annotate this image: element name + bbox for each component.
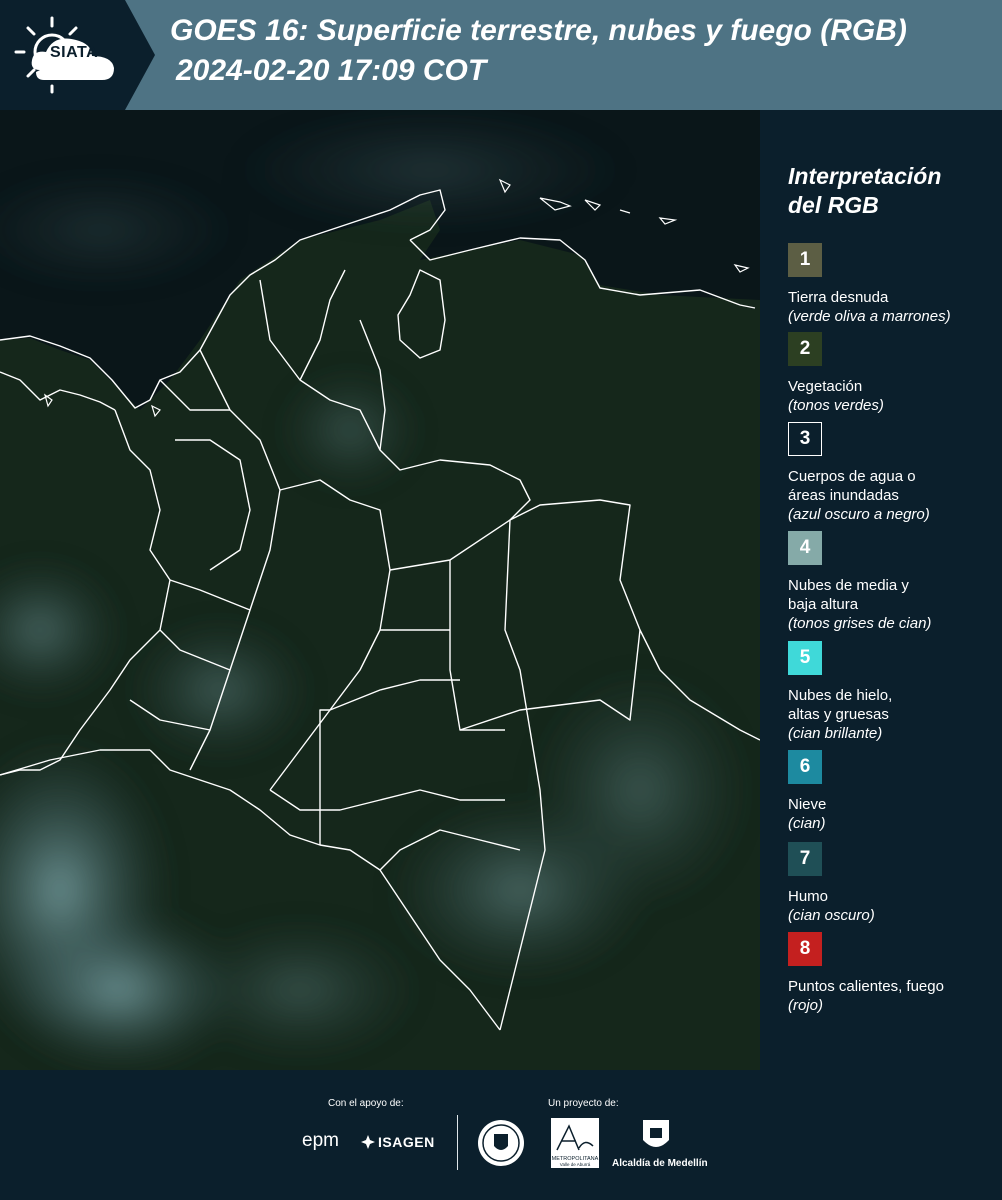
alcaldia-logo: Alcaldía de Medellín [612,1158,708,1169]
medellin-seal-icon [478,1120,524,1166]
legend-note: (cian) [788,815,826,832]
map-canvas [0,110,760,1070]
epm-logo: epm [302,1130,339,1151]
satellite-map [0,110,760,1070]
legend-note: (azul oscuro a negro) [788,506,930,523]
legend-note: (rojo) [788,997,824,1014]
isagen-icon [361,1135,375,1149]
legend-item-fire: 8 Puntos calientes, fuego (rojo) [788,932,998,1015]
legend-note: (verde oliva a marrones) [788,308,951,325]
legend-item-low-clouds: 4 Nubes de media y baja altura (tonos gr… [788,531,998,633]
page-subtitle: 2024-02-20 17:09 COT [176,54,487,87]
legend-swatch: 2 [788,332,822,366]
legend-label: Tierra desnuda [788,289,889,306]
legend-label: Cuerpos de agua o [788,468,916,485]
header: SIATA GOES 16: Superficie terrestre, nub… [0,0,1002,110]
legend-label: Nubes de media y [788,577,909,594]
project-label: Un proyecto de: [548,1098,619,1109]
area-metropolitana-logo: METROPOLITANA Valle de Aburrá [551,1118,599,1168]
legend-swatch: 4 [788,531,822,565]
legend-swatch: 5 [788,641,822,675]
legend-label-line2: altas y gruesas [788,706,889,723]
siata-logo-text: SIATA [50,44,99,61]
legend-item-smoke: 7 Humo (cian oscuro) [788,842,998,925]
page-title: GOES 16: Superficie terrestre, nubes y f… [170,14,907,47]
isagen-logo: ISAGEN [378,1134,435,1150]
support-label: Con el apoyo de: [328,1098,404,1109]
legend-swatch: 7 [788,842,822,876]
legend-swatch: 6 [788,750,822,784]
area-logo-line2: Valle de Aburrá [560,1162,591,1167]
legend-title: Interpretación del RGB [788,162,988,220]
legend-swatch: 8 [788,932,822,966]
legend-title-line1: Interpretación [788,163,942,189]
legend-swatch: 3 [788,422,822,456]
legend-item-ice-clouds: 5 Nubes de hielo, altas y gruesas (cian … [788,641,998,743]
legend-title-line2: del RGB [788,192,879,218]
legend-label-line2: baja altura [788,596,859,613]
legend-swatch: 1 [788,243,822,277]
legend-note: (cian oscuro) [788,907,875,924]
legend-item-vegetation: 2 Vegetación (tonos verdes) [788,332,998,415]
legend-label: Nieve [788,796,827,813]
legend-label: Humo [788,888,829,905]
alcaldia-shield-icon [643,1120,669,1147]
logo-chevron [125,0,155,110]
legend-label-line2: áreas inundadas [788,487,899,504]
legend-note: (cian brillante) [788,725,883,742]
legend-item-water: 3 Cuerpos de agua o áreas inundadas (azu… [788,422,998,524]
legend-item-snow: 6 Nieve (cian) [788,750,998,833]
legend-label: Vegetación [788,378,863,395]
footer-divider [457,1115,458,1170]
legend-note: (tonos verdes) [788,397,884,414]
legend-panel: Interpretación del RGB 1 Tierra desnuda … [760,110,1002,1070]
legend-label: Nubes de hielo, [788,687,893,704]
legend-note: (tonos grises de cian) [788,615,932,632]
legend-label: Puntos calientes, fuego [788,978,944,995]
legend-item-bare-land: 1 Tierra desnuda (verde oliva a marrones… [788,243,998,326]
footer: Con el apoyo de: Un proyecto de: epm ISA… [0,1070,1002,1200]
siata-logo: SIATA [0,0,125,110]
